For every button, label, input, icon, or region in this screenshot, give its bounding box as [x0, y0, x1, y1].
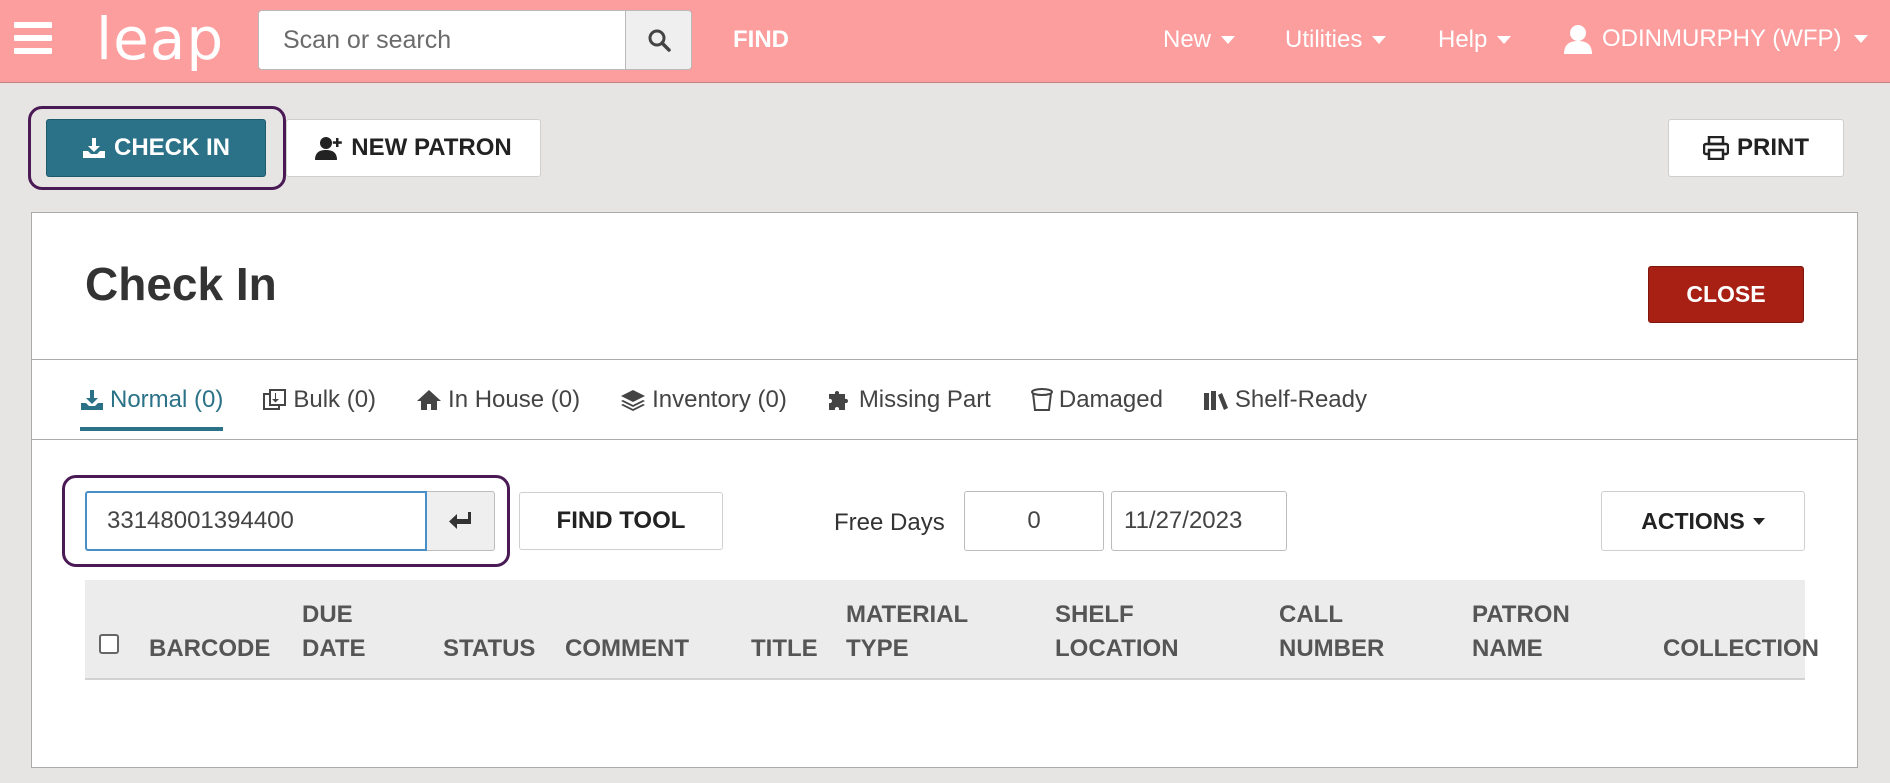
chevron-down-icon	[1853, 35, 1868, 43]
barcode-input[interactable]	[85, 491, 427, 551]
column-header-patron-name[interactable]: PATRON NAME	[1472, 598, 1622, 666]
menu-utilities-label: Utilities	[1285, 26, 1363, 53]
tab-normal-label: Normal (0)	[110, 386, 224, 413]
add-user-icon	[315, 137, 343, 160]
actions-button-label: ACTIONS	[1641, 507, 1745, 534]
chevron-down-icon	[1372, 36, 1387, 44]
tab-inventory[interactable]: Inventory (0)	[620, 381, 787, 419]
enter-icon	[448, 512, 471, 529]
menu-help-label: Help	[1438, 26, 1488, 53]
menu-new[interactable]: New	[1163, 26, 1236, 54]
user-menu[interactable]: ODINMURPHY (WFP)	[1562, 24, 1868, 54]
chevron-down-icon	[1497, 36, 1512, 44]
tab-damaged-label: Damaged	[1058, 386, 1163, 413]
check-in-mode-tabs: Normal (0) Bulk (0) In House (0) Invento…	[80, 381, 1367, 431]
due-date-input[interactable]	[1111, 491, 1287, 551]
new-patron-button[interactable]: NEW PATRON	[286, 119, 541, 177]
divider	[32, 359, 1857, 360]
column-header-comment[interactable]: COMMENT	[565, 632, 689, 666]
app-logo: leap	[96, 5, 225, 73]
global-search	[258, 10, 692, 70]
divider	[32, 439, 1857, 440]
bulk-icon	[263, 389, 287, 410]
download-icon	[82, 138, 105, 158]
column-header-due-date[interactable]: DUE DATE	[302, 598, 402, 666]
check-in-panel: Check In CLOSE Normal (0) Bulk (0) In Ho…	[31, 212, 1858, 768]
select-all-checkbox[interactable]	[99, 634, 119, 654]
user-name: ODINMURPHY (WFP)	[1602, 25, 1842, 52]
free-days-label: Free Days	[834, 509, 945, 536]
tab-in-house-label: In House (0)	[448, 386, 581, 413]
layers-icon	[621, 390, 646, 411]
column-header-collection[interactable]: COLLECTION	[1663, 632, 1819, 666]
tab-damaged[interactable]: Damaged	[1030, 381, 1163, 419]
tab-missing-part[interactable]: Missing Part	[827, 381, 991, 419]
books-icon	[1203, 391, 1228, 410]
column-header-title[interactable]: TITLE	[751, 632, 818, 666]
menu-new-label: New	[1163, 26, 1212, 53]
menu-utilities[interactable]: Utilities	[1285, 26, 1387, 54]
search-icon	[648, 29, 671, 52]
user-icon	[1564, 25, 1592, 54]
column-header-call-number[interactable]: CALL NUMBER	[1279, 598, 1429, 666]
menu-help[interactable]: Help	[1438, 26, 1512, 54]
tab-shelf-ready-label: Shelf-Ready	[1234, 386, 1367, 413]
check-in-button[interactable]: CHECK IN	[46, 119, 266, 177]
close-button[interactable]: CLOSE	[1648, 266, 1804, 323]
puzzle-icon	[828, 391, 848, 410]
tab-normal[interactable]: Normal (0)	[80, 381, 224, 431]
global-search-input[interactable]	[259, 11, 626, 69]
print-button-label: PRINT	[1737, 134, 1809, 161]
top-nav-bar: leap FIND New Utilities Help ODINMURPHY …	[0, 0, 1890, 83]
tab-missing-part-label: Missing Part	[858, 386, 991, 413]
trash-icon	[1030, 388, 1053, 411]
actions-dropdown-button[interactable]: ACTIONS	[1601, 491, 1805, 551]
printer-icon	[1703, 136, 1729, 160]
find-link[interactable]: FIND	[733, 26, 789, 54]
new-patron-button-label: NEW PATRON	[351, 134, 512, 161]
free-days-input[interactable]	[964, 491, 1104, 551]
table-header: BARCODE DUE DATE STATUS COMMENT TITLE MA…	[85, 580, 1819, 680]
tab-inventory-label: Inventory (0)	[652, 386, 787, 413]
tab-shelf-ready[interactable]: Shelf-Ready	[1203, 381, 1367, 419]
hamburger-menu-icon[interactable]	[14, 22, 52, 54]
download-icon	[81, 390, 103, 410]
check-in-button-label: CHECK IN	[113, 134, 230, 161]
print-button[interactable]: PRINT	[1668, 119, 1844, 177]
chevron-down-icon	[1752, 517, 1765, 525]
submit-barcode-button[interactable]	[427, 491, 495, 551]
home-icon	[417, 390, 442, 410]
find-tool-button[interactable]: FIND TOOL	[519, 492, 723, 550]
search-button[interactable]	[625, 11, 691, 69]
column-header-status[interactable]: STATUS	[443, 632, 535, 666]
column-header-material-type[interactable]: MATERIAL TYPE	[846, 598, 996, 666]
tab-in-house[interactable]: In House (0)	[416, 381, 580, 419]
barcode-entry	[85, 491, 495, 551]
chevron-down-icon	[1221, 36, 1236, 44]
tab-bulk[interactable]: Bulk (0)	[263, 381, 376, 419]
column-header-shelf-location[interactable]: SHELF LOCATION	[1055, 598, 1205, 666]
page-title: Check In	[85, 258, 277, 310]
column-header-barcode[interactable]: BARCODE	[149, 632, 270, 666]
tab-bulk-label: Bulk (0)	[293, 386, 377, 413]
